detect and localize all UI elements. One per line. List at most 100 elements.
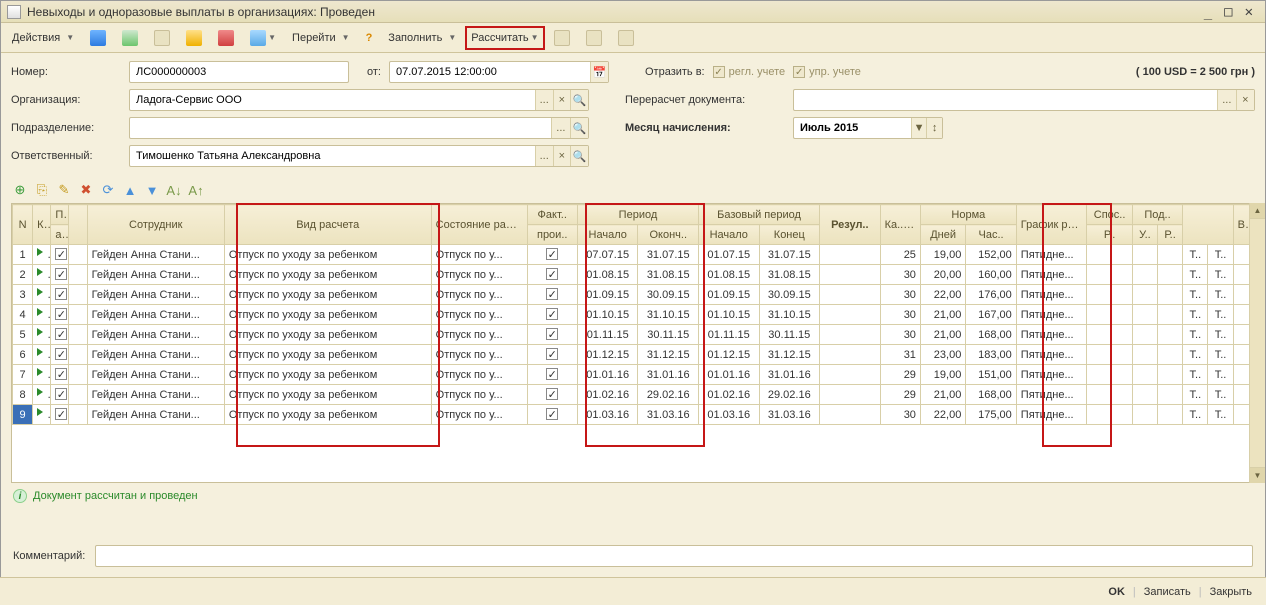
move-down-icon[interactable]: ▼ — [143, 181, 161, 199]
col-period-end[interactable]: Оконч.. — [638, 225, 699, 245]
col-blank[interactable] — [69, 205, 87, 245]
maximize-button[interactable]: □ — [1218, 4, 1238, 20]
month-dd-btn[interactable]: ▼ — [911, 118, 927, 138]
month-step-btn[interactable]: ↕ — [926, 118, 942, 138]
col-u[interactable]: У.. — [1132, 225, 1157, 245]
date-field[interactable]: 📅 — [389, 61, 609, 83]
minimize-button[interactable]: _ — [1198, 4, 1218, 20]
help-icon[interactable]: ? — [359, 27, 380, 49]
tb-icon-2[interactable] — [115, 27, 145, 49]
table-row[interactable]: 7✓Гейден Анна Стани...Отпуск по уходу за… — [13, 365, 1254, 385]
col-result[interactable]: Резул.. — [820, 205, 881, 245]
table-row[interactable]: 1✓Гейден Анна Стани...Отпуск по уходу за… — [13, 245, 1254, 265]
org-select-btn[interactable]: ... — [535, 90, 553, 110]
scroll-down-btn[interactable]: ▼ — [1250, 467, 1255, 483]
col-period-start[interactable]: Начало — [577, 225, 638, 245]
resp-select-btn[interactable]: ... — [535, 146, 553, 166]
col-pa[interactable]: а.. — [51, 225, 69, 245]
sort-asc-icon[interactable]: A↓ — [165, 181, 183, 199]
div-open-btn[interactable]: 🔍 — [570, 118, 588, 138]
tb-icon-4[interactable] — [179, 27, 209, 49]
table-row[interactable]: 5✓Гейден Анна Стани...Отпуск по уходу за… — [13, 325, 1254, 345]
col-worker-state[interactable]: Состояние работника — [431, 205, 527, 245]
ok-button[interactable]: OK — [1104, 586, 1129, 598]
go-menu[interactable]: Перейти▼ — [285, 27, 357, 49]
col-base-end[interactable]: Конец — [759, 225, 820, 245]
resp-clear-btn[interactable]: × — [553, 146, 571, 166]
reflect-upr-checkbox[interactable]: ✓упр. учете — [793, 66, 861, 78]
col-fact2[interactable]: прои.. — [527, 225, 577, 245]
org-field[interactable]: ...×🔍 — [129, 89, 589, 111]
col-n[interactable]: N — [13, 205, 33, 245]
div-select-btn[interactable]: ... — [551, 118, 569, 138]
col-r[interactable]: Р.. — [1087, 225, 1132, 245]
fill-menu[interactable]: Заполнить▼ — [381, 27, 463, 49]
col-calc-type[interactable]: Вид расчета — [224, 205, 431, 245]
col-div[interactable]: Под.. — [1132, 205, 1182, 225]
close-button[interactable]: ✕ — [1239, 4, 1259, 20]
tb-icon-9[interactable] — [611, 27, 641, 49]
copy-row-icon[interactable]: ⎘ — [33, 181, 51, 199]
col-p[interactable]: П.. — [51, 205, 69, 225]
org-clear-btn[interactable]: × — [553, 90, 571, 110]
col-employee[interactable]: Сотрудник — [87, 205, 224, 245]
col-norm-hours[interactable]: Час.. — [966, 225, 1016, 245]
org-open-btn[interactable]: 🔍 — [570, 90, 588, 110]
comment-row: Комментарий: — [1, 539, 1265, 573]
tb-icon-8[interactable] — [579, 27, 609, 49]
col-cal-days[interactable]: Ка.. дни — [880, 205, 920, 245]
recalc-field[interactable]: ...× — [793, 89, 1255, 111]
scroll-up-btn[interactable]: ▲ — [1250, 203, 1255, 219]
rate-info: ( 100 USD = 2 500 грн ) — [1136, 66, 1255, 78]
tb-icon-7[interactable] — [547, 27, 577, 49]
actions-menu[interactable]: Действия▼ — [5, 27, 81, 49]
month-field[interactable]: ▼↕ — [793, 117, 943, 139]
comment-field[interactable] — [95, 545, 1253, 567]
tb-icon-5[interactable] — [211, 27, 241, 49]
col-fact1[interactable]: Факт.. — [527, 205, 577, 225]
responsible-field[interactable]: ...×🔍 — [129, 145, 589, 167]
delete-row-icon[interactable]: ✖ — [77, 181, 95, 199]
from-label: от: — [367, 66, 381, 78]
tb-icon-6[interactable]: ▼ — [243, 27, 283, 49]
recalc-select-btn[interactable]: ... — [1217, 90, 1235, 110]
document-icon — [7, 5, 21, 19]
save-button[interactable]: Записать — [1140, 586, 1195, 598]
calc-menu-highlighted[interactable]: Рассчитать▼ — [465, 26, 544, 50]
table-row[interactable]: 6✓Гейден Анна Стани...Отпуск по уходу за… — [13, 345, 1254, 365]
col-period[interactable]: Период — [577, 205, 698, 225]
col-base-period[interactable]: Базовый период — [699, 205, 820, 225]
tb-icon-1[interactable] — [83, 27, 113, 49]
col-blank2[interactable] — [1183, 205, 1233, 245]
recalc-clear-btn[interactable]: × — [1236, 90, 1254, 110]
table-row[interactable]: 9✓Гейден Анна Стани...Отпуск по уходу за… — [13, 405, 1254, 425]
calendar-icon[interactable]: 📅 — [590, 62, 608, 82]
table-row[interactable]: 2✓Гейден Анна Стани...Отпуск по уходу за… — [13, 265, 1254, 285]
resp-open-btn[interactable]: 🔍 — [570, 146, 588, 166]
close-button[interactable]: Закрыть — [1206, 586, 1256, 598]
move-up-icon[interactable]: ▲ — [121, 181, 139, 199]
tb-icon-3[interactable] — [147, 27, 177, 49]
col-k[interactable]: К.. — [33, 205, 51, 245]
refresh-icon[interactable]: ⟳ — [99, 181, 117, 199]
table-row[interactable]: 3✓Гейден Анна Стани...Отпуск по уходу за… — [13, 285, 1254, 305]
col-norm[interactable]: Норма — [920, 205, 1016, 225]
table-row[interactable]: 4✓Гейден Анна Стани...Отпуск по уходу за… — [13, 305, 1254, 325]
table-row[interactable]: 8✓Гейден Анна Стани...Отпуск по уходу за… — [13, 385, 1254, 405]
reflect-regl-checkbox[interactable]: ✓регл. учете — [713, 66, 786, 78]
sort-desc-icon[interactable]: A↑ — [187, 181, 205, 199]
add-row-icon[interactable]: ⊕ — [11, 181, 29, 199]
footer: OK | Записать | Закрыть — [0, 577, 1266, 605]
col-schedule[interactable]: График работы — [1016, 205, 1087, 245]
col-r2[interactable]: Р.. — [1158, 225, 1183, 245]
division-field[interactable]: ...🔍 — [129, 117, 589, 139]
col-base-start[interactable]: Начало — [699, 225, 760, 245]
vertical-scrollbar[interactable]: ▲ ▼ — [1249, 203, 1255, 483]
number-field[interactable] — [129, 61, 349, 83]
col-way[interactable]: Спос.. — [1087, 205, 1132, 225]
number-label: Номер: — [11, 66, 121, 78]
col-norm-days[interactable]: Дней — [920, 225, 965, 245]
org-label: Организация: — [11, 94, 121, 106]
data-grid[interactable]: N К.. П.. Сотрудник Вид расчета Состояни… — [11, 203, 1255, 483]
edit-row-icon[interactable]: ✎ — [55, 181, 73, 199]
